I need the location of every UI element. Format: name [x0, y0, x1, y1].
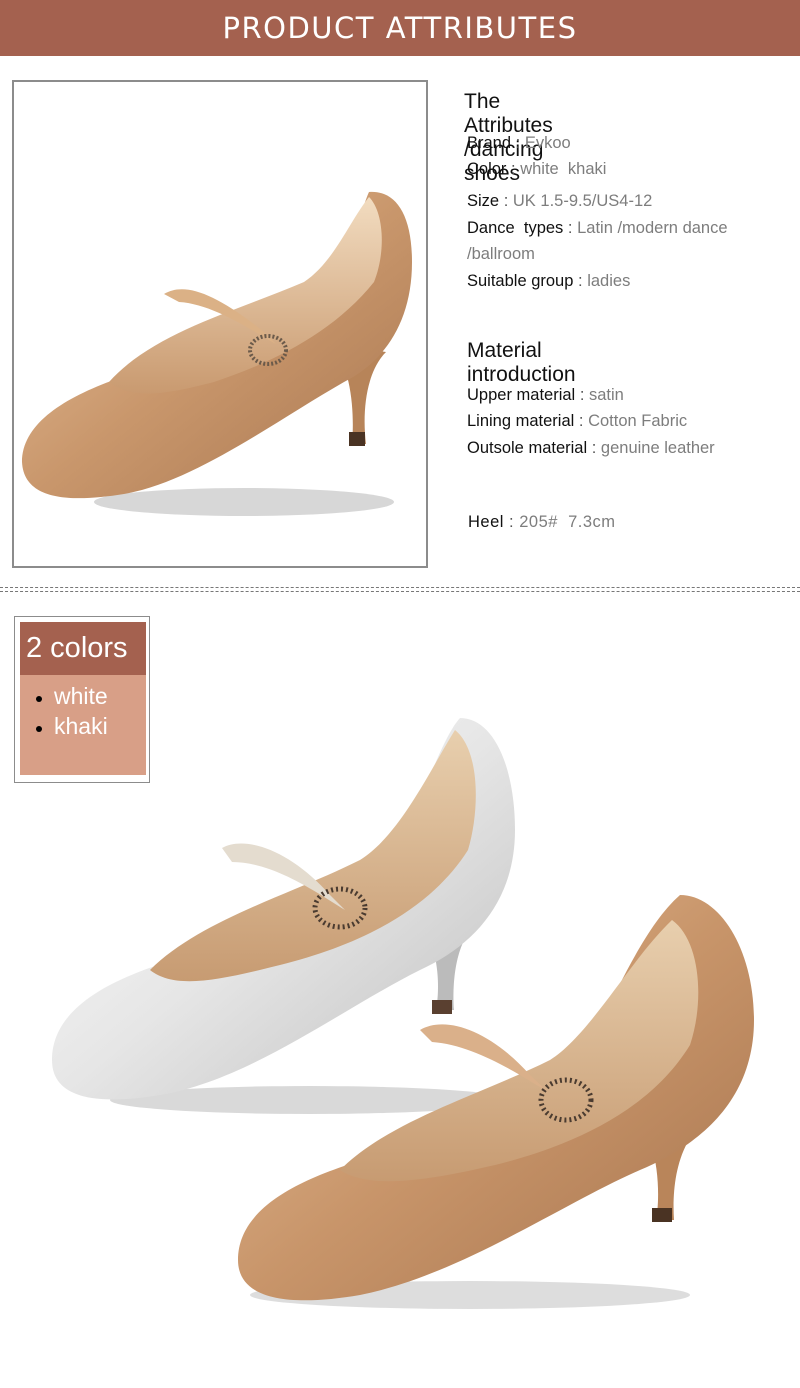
dance-types-label: Dance types	[467, 219, 564, 237]
section-divider-bottom	[0, 591, 800, 592]
banner-title: PRODUCT ATTRIBUTES	[222, 11, 578, 45]
heel-row: Heel : 205# 7.3cm	[468, 513, 616, 532]
brand-row: Brand : Evkoo	[467, 134, 571, 153]
outsole-material-value: genuine leather	[600, 439, 715, 457]
size-value: UK 1.5-9.5/US4-12	[512, 192, 653, 210]
khaki-shoe-image	[22, 191, 412, 516]
section-banner: PRODUCT ATTRIBUTES	[0, 0, 800, 56]
lining-material-sep: :	[578, 412, 584, 430]
color-sep: :	[511, 160, 516, 178]
upper-material-value: satin	[589, 386, 624, 404]
lining-material-value: Cotton Fabric	[588, 412, 688, 430]
suitable-group-row: Suitable group : ladies	[467, 272, 630, 291]
shoes-pair-image	[0, 700, 800, 1388]
color-value: white khaki	[520, 160, 607, 178]
color-row: Color : white khaki	[467, 160, 606, 179]
lining-material-label: Lining material	[467, 412, 575, 430]
upper-material-sep: :	[579, 386, 585, 404]
suitable-group-label: Suitable group	[467, 272, 574, 290]
upper-material-label: Upper material	[467, 386, 576, 404]
suitable-group-sep: :	[578, 272, 583, 290]
outsole-material-sep: :	[591, 439, 597, 457]
product-photo-frame	[12, 80, 428, 568]
brand-label: Brand	[467, 134, 512, 152]
color-label: Color	[467, 160, 507, 178]
brand-value: Evkoo	[524, 134, 571, 152]
heel-label: Heel	[468, 513, 504, 531]
shoes-pair-illustration	[52, 718, 754, 1309]
size-row: Size : UK 1.5-9.5/US4-12	[467, 192, 652, 211]
material-heading: Material introduction	[467, 339, 576, 386]
heel-sep: :	[509, 513, 515, 531]
dance-types-row: Dance types : Latin /modern dance	[467, 219, 728, 238]
lining-material-row: Lining material : Cotton Fabric	[467, 412, 687, 431]
outsole-material-label: Outsole material	[467, 439, 588, 457]
size-label: Size	[467, 192, 500, 210]
colors-title: 2 colors	[20, 622, 146, 675]
dance-types-sep: :	[567, 219, 573, 237]
suitable-group-value: ladies	[587, 272, 631, 290]
upper-material-row: Upper material : satin	[467, 386, 624, 405]
heel-value: 205# 7.3cm	[519, 513, 616, 531]
outsole-material-row: Outsole material : genuine leather	[467, 439, 715, 458]
section-divider-top	[0, 587, 800, 588]
dance-types-value: Latin /modern dance	[577, 219, 728, 237]
dance-types-value-line2: /ballroom	[467, 245, 535, 263]
size-sep: :	[503, 192, 509, 210]
brand-sep: :	[515, 134, 521, 152]
dance-types-row-2: /ballroom	[467, 245, 535, 264]
